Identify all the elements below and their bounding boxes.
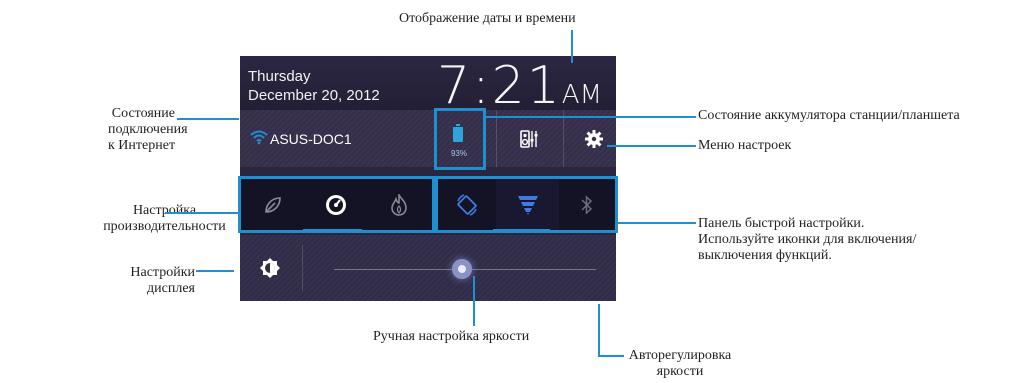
clock: 7:21AM xyxy=(437,56,602,116)
brightness-icon xyxy=(260,258,280,278)
leader-line-display xyxy=(196,270,234,272)
divider xyxy=(302,245,303,291)
gear-icon xyxy=(585,129,603,148)
battery-highlight xyxy=(434,108,486,170)
callout-display-line1: Настройки xyxy=(130,265,195,280)
status-row: ASUS-DOC1 93% xyxy=(240,110,616,167)
callout-quick-settings: Панель быстрой настройки. Используйте ик… xyxy=(698,216,916,264)
leader-line-manual xyxy=(473,276,475,326)
audio-settings-button[interactable] xyxy=(508,110,552,167)
callout-quick-line3: выключения функций. xyxy=(698,248,832,263)
balanced-mode-button[interactable] xyxy=(304,179,367,230)
callout-internet-line2: подключения xyxy=(108,122,188,137)
audio-settings-icon xyxy=(520,129,538,148)
screen-rotation-icon xyxy=(457,193,477,216)
clock-time: 7:21 xyxy=(437,56,562,116)
callout-battery-status: Состояние аккумулятора станции/планшета xyxy=(698,108,960,123)
callout-auto-brightness: Авторегулировка яркости xyxy=(625,348,735,380)
wifi-icon xyxy=(250,130,268,145)
performance-modes xyxy=(238,176,435,233)
active-toggle-indicator xyxy=(493,229,550,232)
callout-display-line2: дисплея xyxy=(147,281,195,296)
leader-line-auto-v xyxy=(598,304,600,356)
callout-auto-line1: Авторегулировка xyxy=(628,348,732,363)
datetime-row: Thursday December 20, 2012 7:21AM xyxy=(240,56,616,116)
day-label: Thursday xyxy=(248,68,311,85)
leader-line-settings xyxy=(607,145,696,147)
clock-ampm: AM xyxy=(561,80,602,110)
leader-line-performance xyxy=(165,212,238,214)
wifi-toggle[interactable] xyxy=(496,179,559,230)
callout-datetime: Отображение даты и времени xyxy=(399,11,576,26)
wifi-toggle-icon xyxy=(517,195,538,215)
rotation-toggle[interactable] xyxy=(438,179,496,230)
performance-mode-button[interactable] xyxy=(367,179,430,230)
leader-line-quick xyxy=(618,222,696,224)
network-name: ASUS-DOC1 xyxy=(270,131,352,147)
power-saving-mode-button[interactable] xyxy=(241,179,304,230)
leader-line-battery xyxy=(486,116,696,118)
callout-settings-menu: Меню настроек xyxy=(698,138,792,153)
callout-internet-line3: к Интернет xyxy=(108,138,176,153)
callout-quick-line2: Используйте иконки для включения/ xyxy=(698,232,917,247)
active-mode-indicator xyxy=(303,229,362,232)
quick-toggles xyxy=(435,176,618,233)
callout-performance-line1: Настройка xyxy=(132,203,197,218)
callout-quick-line1: Панель быстрой настройки. xyxy=(698,216,865,231)
callout-manual-brightness: Ручная настройка яркости xyxy=(373,329,530,344)
settings-button[interactable] xyxy=(572,110,616,167)
callout-internet-line1: Состояние xyxy=(111,106,175,121)
leaf-icon xyxy=(264,196,281,213)
callout-auto-line2: яркости xyxy=(656,364,704,379)
callout-performance: Настройка производительности xyxy=(92,203,237,235)
leader-line-datetime xyxy=(571,30,573,63)
divider xyxy=(496,110,497,167)
brightness-row xyxy=(240,235,616,301)
leader-line-internet xyxy=(177,118,239,120)
brightness-button[interactable] xyxy=(240,235,300,301)
callout-display-settings: Настройки дисплея xyxy=(119,265,195,297)
gauge-icon xyxy=(325,194,346,215)
flame-icon xyxy=(390,193,407,216)
leader-line-auto-h xyxy=(598,355,624,357)
divider xyxy=(563,110,564,167)
callout-performance-line2: производительности xyxy=(103,219,226,234)
bluetooth-toggle[interactable] xyxy=(559,179,615,230)
date-label: December 20, 2012 xyxy=(248,87,380,104)
bluetooth-icon xyxy=(581,194,593,215)
callout-internet-status: Состояние подключения к Интернет xyxy=(108,106,188,154)
